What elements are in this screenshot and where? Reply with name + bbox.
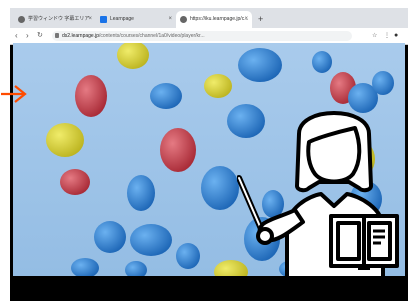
lock-icon bbox=[55, 33, 59, 38]
open-book-icon bbox=[329, 214, 399, 270]
tab-label: Learnpage bbox=[110, 16, 134, 22]
document-icon bbox=[100, 16, 107, 23]
profile-icon[interactable]: ● bbox=[394, 30, 398, 42]
red-balloon bbox=[60, 169, 90, 195]
globe-icon bbox=[18, 16, 25, 23]
extension-icon[interactable]: ☆ bbox=[372, 30, 377, 42]
back-arrow-icon[interactable]: ‹ bbox=[15, 30, 18, 42]
tab-label: 学習ウィンドウ 字幕エリア bbox=[28, 16, 90, 22]
tab-label: https://iku.learnpage.jp/c... bbox=[190, 16, 249, 22]
red-balloon bbox=[75, 75, 107, 117]
new-tab-button[interactable]: + bbox=[258, 11, 263, 28]
blue-balloon bbox=[176, 243, 200, 269]
red-balloon bbox=[160, 128, 196, 172]
blue-balloon bbox=[130, 224, 172, 256]
blue-balloon bbox=[372, 71, 394, 95]
tab-learnpage[interactable]: Learnpage × bbox=[96, 11, 176, 28]
close-tab-icon[interactable]: × bbox=[244, 11, 248, 28]
reload-icon[interactable]: ↻ bbox=[37, 30, 43, 42]
tab-subtitle-area[interactable]: 学習ウィンドウ 字幕エリア × bbox=[14, 11, 96, 28]
blue-balloon bbox=[238, 48, 282, 82]
url-path: /contents/courses/channel/1a0/video/play… bbox=[98, 33, 205, 39]
yellow-balloon bbox=[46, 123, 84, 157]
yellow-balloon bbox=[204, 74, 232, 98]
blue-balloon bbox=[150, 83, 182, 109]
blue-balloon bbox=[94, 221, 126, 253]
blue-balloon bbox=[312, 51, 332, 73]
tab-active-player[interactable]: https://iku.learnpage.jp/c... × bbox=[176, 11, 252, 28]
blue-balloon bbox=[201, 166, 239, 210]
close-tab-icon[interactable]: × bbox=[168, 11, 172, 28]
tab-bar: 学習ウィンドウ 字幕エリア × Learnpage × https://iku.… bbox=[10, 8, 408, 28]
address-bar[interactable]: ds2.learnpage.jp/contents/courses/channe… bbox=[52, 31, 352, 41]
close-tab-icon[interactable]: × bbox=[88, 11, 92, 28]
blue-balloon bbox=[127, 175, 155, 211]
forward-arrow-icon[interactable]: › bbox=[26, 30, 29, 42]
url-host: ds2.learnpage.jp bbox=[62, 33, 99, 39]
orange-arrow-icon bbox=[1, 85, 27, 103]
menu-icon[interactable]: ⋮ bbox=[384, 30, 390, 42]
globe-icon bbox=[180, 16, 187, 23]
